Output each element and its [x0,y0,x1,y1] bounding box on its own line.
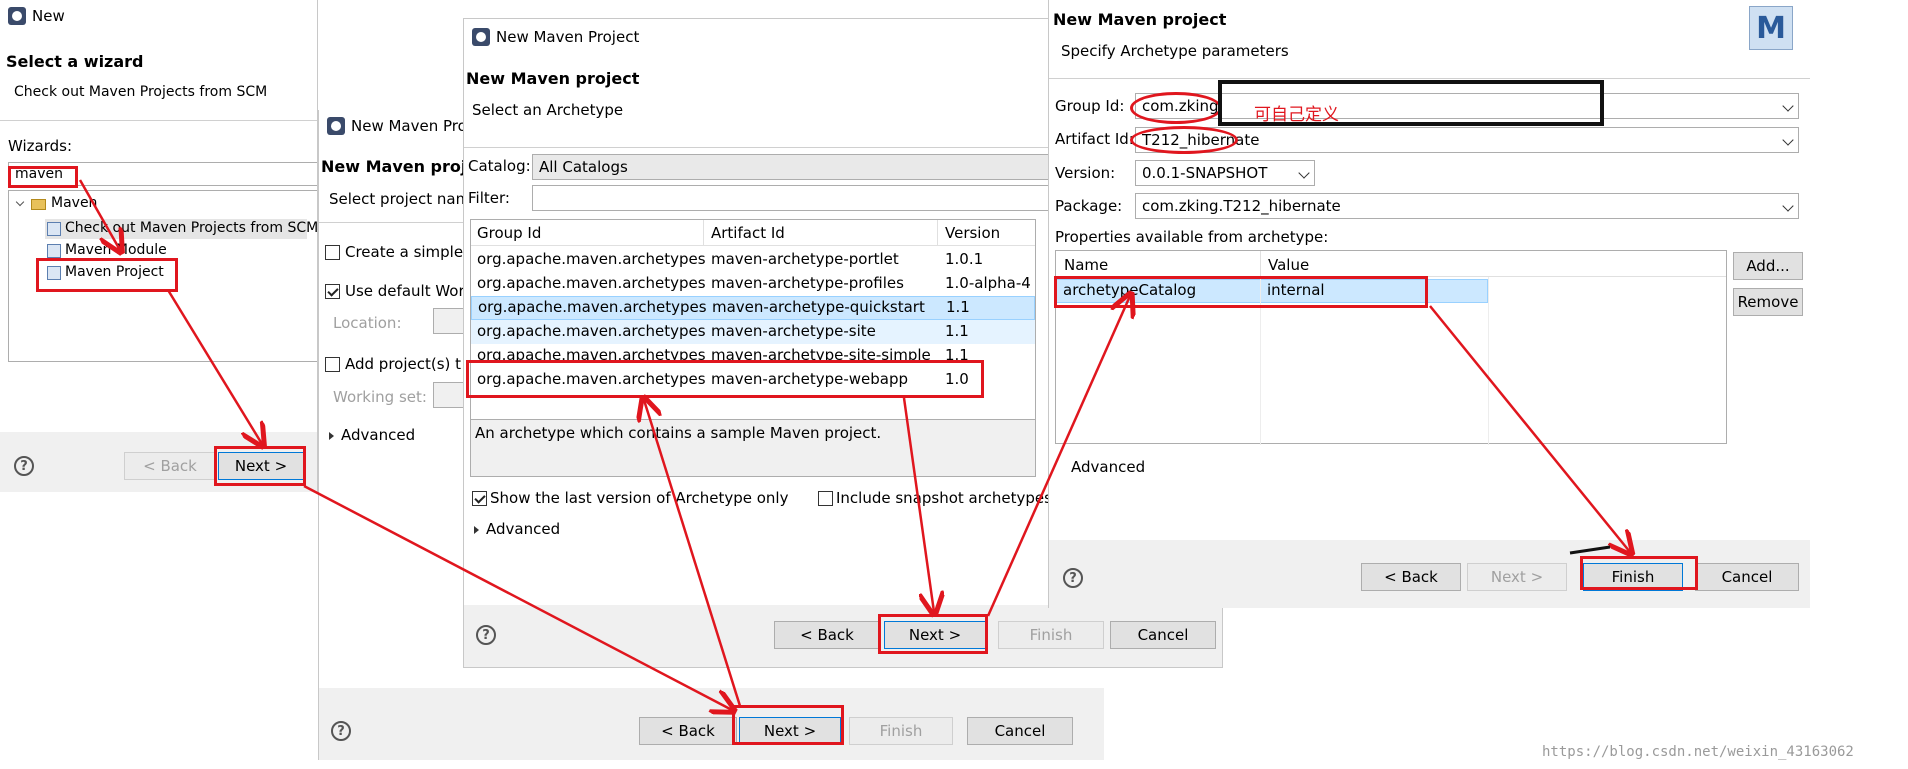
annotation-arrows [78,179,1908,769]
arrow-property-to-finish [1429,305,1630,552]
arrow-dialog3-next-to-property [986,296,1130,617]
arrow-project-to-next [166,289,262,444]
arrow-next-to-dialog2-next [303,484,732,710]
arrow-filter-to-tree [78,179,120,250]
annotation-black-stroke [1569,545,1611,555]
arrow-dialog2-next-to-webapp [644,400,742,707]
arrow-webapp-to-dialog3-next [902,397,934,612]
watermark: https://blog.csdn.net/weixin_43163062 [1542,744,1854,760]
